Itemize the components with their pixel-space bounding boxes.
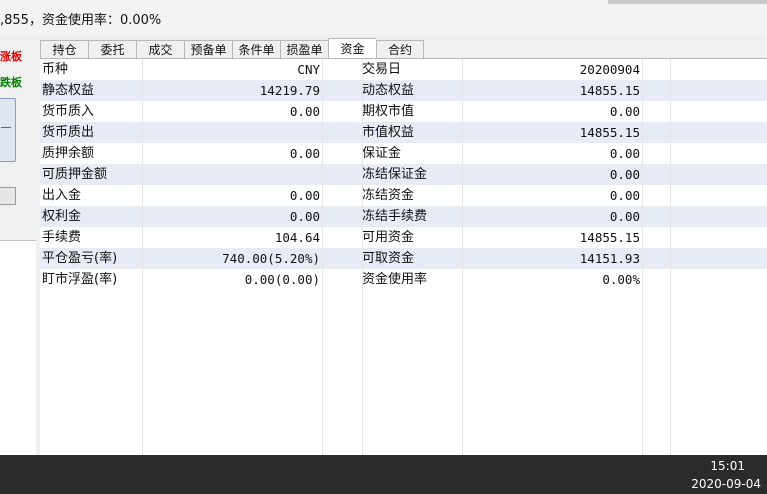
column-divider — [670, 59, 671, 456]
field-value: 104.64 — [274, 230, 320, 245]
limit-up-label[interactable]: 涨板 — [0, 48, 22, 64]
field-value: 0.00 — [609, 209, 640, 224]
table-row: 货币质入 0.00 期权市值 0.00 — [40, 101, 767, 122]
tab-conditional-orders[interactable]: 条件单 — [232, 40, 280, 58]
field-label: 质押余额 — [42, 146, 95, 161]
field-label: 盯市浮盈(率) — [42, 272, 118, 287]
field-value: 20200904 — [579, 62, 640, 77]
left-panel: 涨板 跌板 — [0, 34, 36, 455]
field-label: 资金使用率 — [362, 272, 428, 287]
table-row: 币种 CNY 交易日 20200904 — [40, 59, 767, 80]
table-row: 平仓盈亏(率) 740.00(5.20%) 可取资金 14151.93 — [40, 248, 767, 269]
field-value: 0.00 — [609, 167, 640, 182]
funds-grid: 币种 CNY 交易日 20200904 静态权益 14219.79 动态权益 1… — [40, 58, 767, 456]
field-label: 保证金 — [362, 146, 402, 161]
minus-icon — [1, 127, 11, 128]
field-value: 14855.15 — [579, 230, 640, 245]
table-row: 权利金 0.00 冻结手续费 0.00 — [40, 206, 767, 227]
field-value: 0.00% — [602, 272, 640, 287]
tab-trades[interactable]: 成交 — [136, 40, 184, 58]
field-label: 冻结资金 — [362, 188, 415, 203]
field-value: 0.00 — [289, 209, 320, 224]
table-row: 可质押金额 冻结保证金 0.00 — [40, 164, 767, 185]
field-value: CNY — [297, 62, 320, 77]
account-summary-text: ,855，资金使用率：0.00% — [0, 13, 162, 28]
field-label: 权利金 — [42, 209, 82, 224]
field-label: 可取资金 — [362, 251, 415, 266]
field-value: 14151.93 — [579, 251, 640, 266]
tab-contracts[interactable]: 合约 — [376, 40, 424, 58]
field-value: 14855.15 — [579, 125, 640, 140]
tab-stop-orders[interactable]: 损盈单 — [280, 40, 328, 58]
field-label: 静态权益 — [42, 83, 95, 98]
account-summary-bar: ,855，资金使用率：0.00% — [0, 0, 767, 35]
column-divider — [462, 59, 463, 456]
left-panel-button[interactable] — [0, 187, 16, 205]
field-value — [142, 164, 320, 185]
table-row: 静态权益 14219.79 动态权益 14855.15 — [40, 80, 767, 101]
order-input-box[interactable] — [0, 98, 16, 162]
table-row: 货币质出 市值权益 14855.15 — [40, 122, 767, 143]
field-value: 0.00 — [289, 188, 320, 203]
field-label: 可质押金额 — [42, 167, 108, 182]
table-row: 盯市浮盈(率) 0.00(0.00) 资金使用率 0.00% — [40, 269, 767, 290]
field-value — [142, 122, 320, 143]
field-label: 市值权益 — [362, 125, 415, 140]
field-label: 币种 — [42, 62, 69, 77]
field-value: 0.00 — [289, 146, 320, 161]
taskbar: 15:01 2020-09-04 — [0, 455, 767, 494]
column-divider — [642, 59, 643, 456]
field-value: 740.00(5.20%) — [222, 251, 320, 266]
table-row: 出入金 0.00 冻结资金 0.00 — [40, 185, 767, 206]
field-value: 0.00(0.00) — [244, 272, 320, 287]
column-divider — [322, 59, 323, 456]
taskbar-date[interactable]: 2020-09-04 — [691, 477, 761, 491]
tab-positions[interactable]: 持仓 — [40, 40, 88, 58]
field-label: 货币质入 — [42, 104, 95, 119]
window-edge — [608, 0, 767, 4]
field-label: 期权市值 — [362, 104, 415, 119]
field-value: 0.00 — [609, 104, 640, 119]
field-value: 0.00 — [609, 188, 640, 203]
limit-down-label[interactable]: 跌板 — [0, 74, 22, 90]
field-value: 0.00 — [609, 146, 640, 161]
field-label: 可用资金 — [362, 230, 415, 245]
field-label: 平仓盈亏(率) — [42, 251, 118, 266]
main-panel: 持仓 委托 成交 预备单 条件单 损盈单 资金 合约 币种 CNY 交易日 20… — [36, 34, 767, 456]
tab-orders[interactable]: 委托 — [88, 40, 136, 58]
left-panel-list — [0, 240, 36, 455]
column-divider — [362, 59, 363, 456]
tab-bar: 持仓 委托 成交 预备单 条件单 损盈单 资金 合约 — [40, 38, 424, 58]
field-value: 0.00 — [289, 104, 320, 119]
field-label: 交易日 — [362, 62, 402, 77]
field-label: 动态权益 — [362, 83, 415, 98]
field-label: 冻结保证金 — [362, 167, 428, 182]
table-row: 质押余额 0.00 保证金 0.00 — [40, 143, 767, 164]
field-label: 货币质出 — [42, 125, 95, 140]
tab-prepared-orders[interactable]: 预备单 — [184, 40, 232, 58]
field-label: 出入金 — [42, 188, 82, 203]
field-value: 14219.79 — [259, 83, 320, 98]
tab-funds[interactable]: 资金 — [328, 38, 376, 58]
column-divider — [142, 59, 143, 456]
field-value: 14855.15 — [579, 83, 640, 98]
field-label: 冻结手续费 — [362, 209, 428, 224]
field-label: 手续费 — [42, 230, 82, 245]
taskbar-clock[interactable]: 15:01 — [710, 459, 745, 473]
table-row: 手续费 104.64 可用资金 14855.15 — [40, 227, 767, 248]
